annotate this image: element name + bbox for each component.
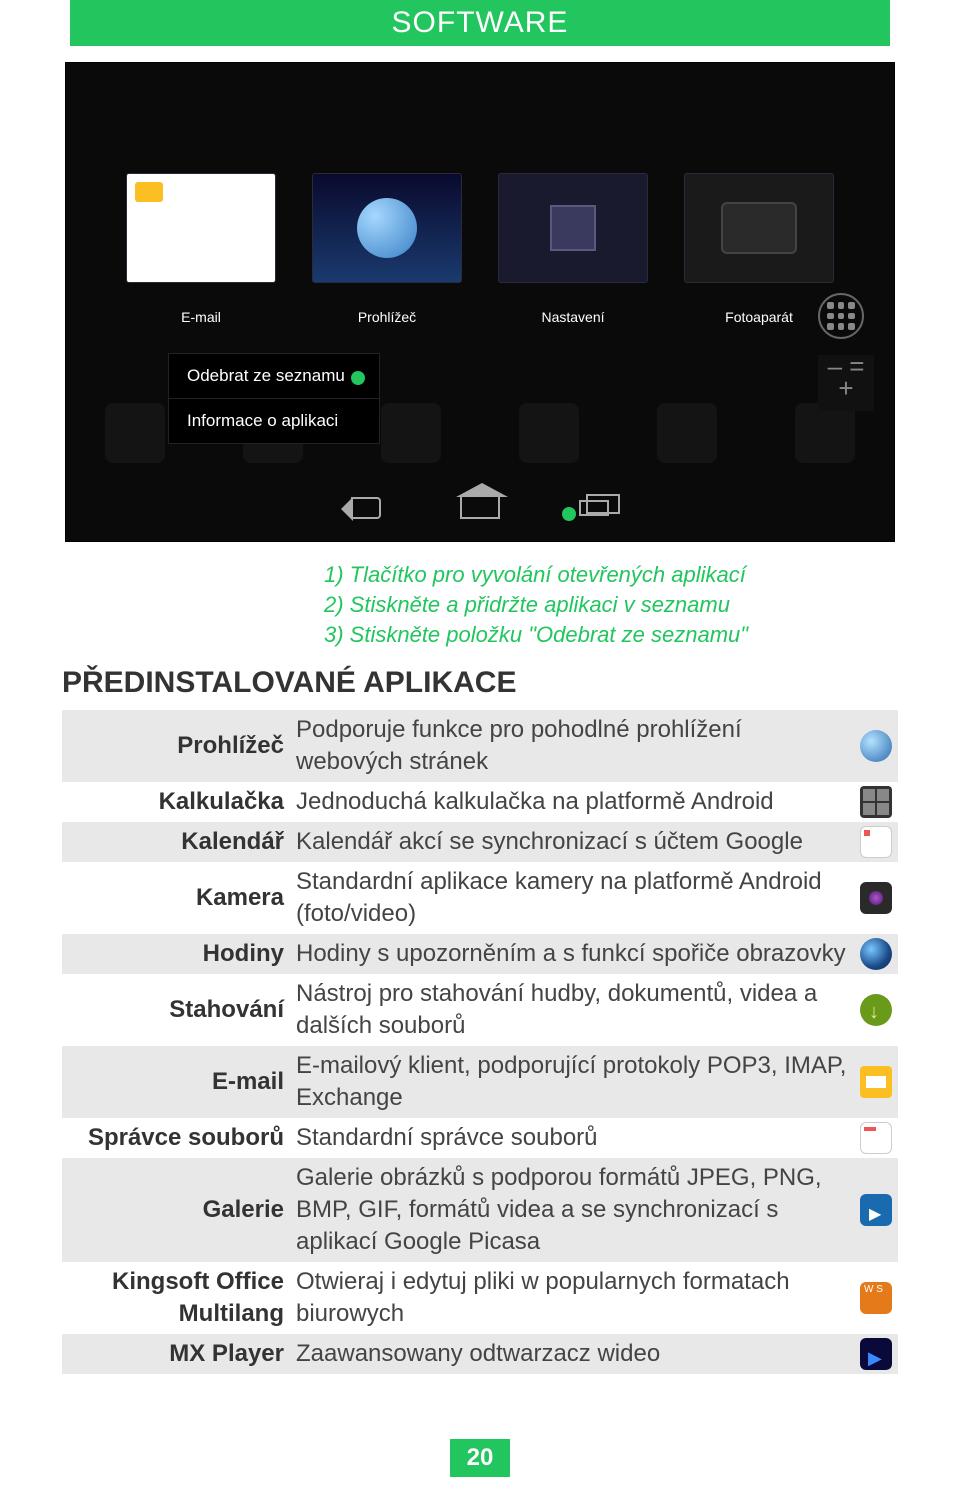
app-name: Galerie: [62, 1158, 292, 1262]
app-name: Správce souborů: [62, 1118, 292, 1158]
clock-icon: [860, 938, 892, 970]
browser-thumb: [312, 173, 462, 283]
app-description: Nástroj pro stahování hudby, dokumentů, …: [292, 974, 854, 1046]
app-description: Hodiny s upozorněním a s funkcí spořiče …: [292, 934, 854, 974]
cam-icon: [860, 882, 892, 914]
app-description: Galerie obrázků s podporou formátů JPEG,…: [292, 1158, 854, 1262]
app-description: Podporuje funkce pro pohodlné prohlížení…: [292, 710, 854, 782]
table-row: KalendářKalendář akcí se synchronizací s…: [62, 822, 898, 862]
callout-box: 1) Tlačítko pro vyvolání otevřených apli…: [320, 560, 845, 650]
app-description: Otwieraj i edytuj pliki w popularnych fo…: [292, 1262, 854, 1334]
header-title: SOFTWARE: [392, 6, 569, 40]
table-row: KalkulačkaJednoduchá kalkulačka na platf…: [62, 782, 898, 822]
recent-app-email[interactable]: E-mail: [126, 173, 276, 325]
app-description: Standardní správce souborů: [292, 1118, 854, 1158]
table-row: E-mailE-mailový klient, podporující prot…: [62, 1046, 898, 1118]
fm-icon: [860, 1122, 892, 1154]
app-icon-cell: [854, 1262, 898, 1334]
section-title: PŘEDINSTALOVANÉ APLIKACE: [62, 666, 960, 700]
mx-icon: [860, 1338, 892, 1370]
settings-thumb: [498, 173, 648, 283]
app-name: Stahování: [62, 974, 292, 1046]
page-number: 20: [450, 1439, 510, 1477]
app-description: Kalendář akcí se synchronizací s účtem G…: [292, 822, 854, 862]
app-name: Kingsoft Office Multilang: [62, 1262, 292, 1334]
app-icon-cell: [854, 710, 898, 782]
tablet-screenshot: E-mail Prohlížeč Nastavení Fotoaparát – …: [65, 62, 895, 542]
preinstalled-apps-table: ProhlížečPodporuje funkce pro pohodlné p…: [62, 710, 898, 1374]
callout-line: 2) Stiskněte a přidržte aplikaci v sezna…: [320, 590, 845, 620]
menu-info[interactable]: Informace o aplikaci: [169, 399, 379, 443]
calculator-widget-icon: – =+: [818, 355, 874, 411]
nav-recent-button[interactable]: [572, 493, 616, 523]
dl-icon: [860, 994, 892, 1026]
table-row: HodinyHodiny s upozorněním a s funkcí sp…: [62, 934, 898, 974]
email-thumb: [126, 173, 276, 283]
calc-icon: [860, 786, 892, 818]
app-description: Zaawansowany odtwarzacz wideo: [292, 1334, 854, 1374]
table-row: Kingsoft Office MultilangOtwieraj i edyt…: [62, 1262, 898, 1334]
apps-drawer-icon[interactable]: [818, 293, 864, 339]
callout-marker-3: [351, 371, 365, 385]
nav-home-button[interactable]: [458, 493, 502, 523]
table-row: Správce souborůStandardní správce soubor…: [62, 1118, 898, 1158]
table-row: KameraStandardní aplikace kamery na plat…: [62, 862, 898, 934]
app-description: Standardní aplikace kamery na platformě …: [292, 862, 854, 934]
app-name: Kalkulačka: [62, 782, 292, 822]
callout-line: 3) Stiskněte položku "Odebrat ze seznamu…: [320, 620, 845, 650]
app-icon-cell: [854, 862, 898, 934]
app-name: Hodiny: [62, 934, 292, 974]
app-icon-cell: [854, 1118, 898, 1158]
table-row: MX PlayerZaawansowany odtwarzacz wideo: [62, 1334, 898, 1374]
app-name: E-mail: [62, 1046, 292, 1118]
app-icon-cell: [854, 1334, 898, 1374]
app-description: Jednoduchá kalkulačka na platformě Andro…: [292, 782, 854, 822]
app-name: MX Player: [62, 1334, 292, 1374]
recent-app-label: Prohlížeč: [358, 309, 416, 325]
recent-app-settings[interactable]: Nastavení: [498, 173, 648, 325]
nav-back-button[interactable]: [344, 493, 388, 523]
app-description: E-mailový klient, podporující protokoly …: [292, 1046, 854, 1118]
menu-remove[interactable]: Odebrat ze seznamu: [169, 354, 379, 399]
table-row: StahováníNástroj pro stahování hudby, do…: [62, 974, 898, 1046]
browser-icon: [860, 730, 892, 762]
recent-app-label: Nastavení: [541, 309, 604, 325]
app-icon-cell: [854, 934, 898, 974]
mail-icon: [860, 1066, 892, 1098]
cal-icon: [860, 826, 892, 858]
app-icon-cell: [854, 1046, 898, 1118]
ko-icon: [860, 1282, 892, 1314]
app-name: Kamera: [62, 862, 292, 934]
recent-app-label: E-mail: [181, 309, 221, 325]
app-icon-cell: [854, 1158, 898, 1262]
camera-thumb: [684, 173, 834, 283]
header-bar: SOFTWARE: [70, 0, 890, 46]
app-icon-cell: [854, 782, 898, 822]
recent-app-browser[interactable]: Prohlížeč: [312, 173, 462, 325]
recent-apps-row: E-mail Prohlížeč Nastavení Fotoaparát: [126, 173, 834, 325]
context-menu: Odebrat ze seznamu Informace o aplikaci: [168, 353, 380, 444]
table-row: GalerieGalerie obrázků s podporou formát…: [62, 1158, 898, 1262]
recent-app-label: Fotoaparát: [725, 309, 793, 325]
gal-icon: [860, 1194, 892, 1226]
callout-marker-1: [562, 507, 576, 521]
callout-line: 1) Tlačítko pro vyvolání otevřených apli…: [320, 560, 845, 590]
table-row: ProhlížečPodporuje funkce pro pohodlné p…: [62, 710, 898, 782]
app-name: Prohlížeč: [62, 710, 292, 782]
app-icon-cell: [854, 974, 898, 1046]
recent-app-camera[interactable]: Fotoaparát: [684, 173, 834, 325]
app-name: Kalendář: [62, 822, 292, 862]
nav-bar: [66, 493, 894, 523]
app-icon-cell: [854, 822, 898, 862]
